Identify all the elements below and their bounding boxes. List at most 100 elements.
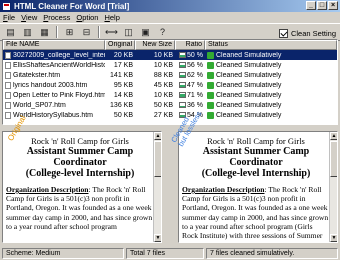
left-scrollbar[interactable]: ▲ ▼	[153, 132, 161, 242]
ratio-bar-icon	[179, 82, 187, 88]
scroll-down-icon[interactable]: ▼	[154, 234, 161, 242]
doc-title: Assistant Summer Camp Coordinator	[202, 146, 310, 168]
status-text: Cleaned Simulatively	[216, 81, 282, 89]
pane-divider[interactable]	[163, 131, 177, 243]
doc-title: Assistant Summer Camp Coordinator	[26, 146, 134, 168]
status-text: Cleaned Simulatively	[216, 101, 282, 109]
table-row[interactable]: Open Letter to Pink Floyd.htm 14 KB 10 KB 7…	[3, 90, 337, 100]
cell-status: Cleaned Simulatively	[205, 111, 337, 119]
doc-desc-label: Organization Description	[182, 185, 265, 194]
help-icon[interactable]: ?	[155, 25, 170, 39]
ratio-bar-icon	[179, 62, 187, 68]
cell-original: 14 KB	[113, 91, 133, 99]
compare-icon[interactable]: ⟷	[104, 25, 119, 39]
status-bar: Scheme: Medium Total 7 files 7 files cle…	[0, 247, 340, 260]
status-ok-icon	[207, 101, 214, 109]
menu-option[interactable]: Option	[76, 13, 98, 22]
file-name: World_SP07.htm	[13, 101, 66, 109]
table-row[interactable]: EllisShaftesAncientWorldHistor... 17 KB 10…	[3, 60, 337, 70]
menu-help[interactable]: Help	[104, 13, 119, 22]
cell-status: Cleaned Simulatively	[205, 91, 337, 99]
toolbar-separator	[56, 26, 58, 38]
cell-new-size: 10 KB	[153, 91, 173, 99]
scroll-up-icon[interactable]: ▲	[330, 132, 337, 140]
status-ok-icon	[207, 111, 214, 119]
scroll-thumb[interactable]	[154, 141, 161, 177]
menu-view[interactable]: View	[21, 13, 37, 22]
scroll-down-icon[interactable]: ▼	[330, 234, 337, 242]
cell-original: 95 KB	[113, 81, 133, 89]
cell-ratio: 62 %	[175, 72, 205, 79]
file-list[interactable]: File NAME Original New Size Ratio Status…	[2, 39, 338, 125]
file-name: Open Letter to Pink Floyd.htm	[13, 91, 105, 99]
column-header-original[interactable]: Original	[105, 40, 135, 50]
status-ok-icon	[207, 61, 214, 69]
html-file-icon	[5, 71, 11, 79]
window-title: HTML Cleaner For Word [Trial]	[14, 1, 130, 11]
menu-process[interactable]: Process	[43, 13, 70, 22]
close-button[interactable]: ×	[328, 1, 338, 10]
cell-name: EllisShaftesAncientWorldHistor...	[3, 61, 105, 69]
doc-desc-label: Organization Description	[6, 185, 89, 194]
original-preview-pane[interactable]: Rock 'n' Roll Camp for Girls Assistant S…	[2, 131, 162, 243]
cell-new-size: 50 KB	[153, 101, 173, 109]
options-icon[interactable]: ▣	[138, 25, 153, 39]
cell-ratio: 47 %	[175, 82, 205, 89]
column-header-new-size[interactable]: New Size	[135, 40, 175, 50]
table-row[interactable]: WorldHistorySyllabus.htm 50 KB 27 KB 54 % Cl…	[3, 110, 337, 120]
cell-ratio: 56 %	[175, 62, 205, 69]
cell-status: Cleaned Simulatively	[205, 61, 337, 69]
file-name: 30272009_college_level_inter...	[13, 51, 105, 59]
app-icon	[2, 1, 11, 11]
right-scrollbar[interactable]: ▲ ▼	[329, 132, 337, 242]
cell-original: 17 KB	[113, 61, 133, 69]
preview-icon[interactable]: ◫	[121, 25, 136, 39]
html-file-icon	[5, 91, 11, 99]
table-row[interactable]: lyrics handout 2003.htm 95 KB 45 KB 47 % Cle…	[3, 80, 337, 90]
file-name: lyrics handout 2003.htm	[13, 81, 88, 89]
column-header-status[interactable]: Status	[205, 40, 337, 50]
table-row[interactable]: Gitatekster.htm 141 KB 88 KB 62 % Cleaned Si…	[3, 70, 337, 80]
status-ok-icon	[207, 51, 214, 59]
clean-setting-checkbox[interactable]: Clean Setting	[278, 26, 336, 40]
doc-paragraph: Organization Description: The Rock 'n' R…	[6, 185, 154, 231]
checkbox-check-icon[interactable]	[278, 28, 288, 38]
status-ok-icon	[207, 91, 214, 99]
cell-original: 50 KB	[113, 111, 133, 119]
column-header-name[interactable]: File NAME	[3, 40, 105, 50]
ratio-text: 50 %	[187, 51, 203, 59]
status-total: Total 7 files	[126, 248, 204, 259]
status-scheme: Scheme: Medium	[2, 248, 124, 259]
cell-new-size: 45 KB	[153, 81, 173, 89]
status-text: Cleaned Simulatively	[216, 91, 282, 99]
status-ok-icon	[207, 71, 214, 79]
cell-name: Gitatekster.htm	[3, 71, 105, 79]
add-file-icon[interactable]: ▤	[3, 25, 18, 39]
status-text: Cleaned Simulatively	[216, 71, 282, 79]
column-header-ratio[interactable]: Ratio	[175, 40, 205, 50]
remove-icon[interactable]: ▦	[37, 25, 52, 39]
scroll-thumb[interactable]	[330, 141, 337, 177]
add-folder-icon[interactable]: ▥	[20, 25, 35, 39]
cell-original: 20 KB	[113, 51, 133, 59]
file-list-header: File NAME Original New Size Ratio Status	[3, 40, 337, 50]
clean-icon[interactable]: ⊞	[62, 25, 77, 39]
doc-line-1: Rock 'n' Roll Camp for Girls	[31, 136, 129, 146]
status-ok-icon	[207, 81, 214, 89]
clean-all-icon[interactable]: ⊟	[79, 25, 94, 39]
cell-status: Cleaned Simulatively	[205, 81, 337, 89]
scroll-up-icon[interactable]: ▲	[154, 132, 161, 140]
file-name: Gitatekster.htm	[13, 71, 61, 79]
html-file-icon	[5, 101, 11, 109]
table-row[interactable]: 30272009_college_level_inter... 20 KB 10 K…	[3, 50, 337, 60]
cleaned-preview-pane[interactable]: Rock 'n' Roll Camp for Girls Assistant S…	[178, 131, 338, 243]
table-row[interactable]: World_SP07.htm 136 KB 50 KB 36 % Cleaned Sim…	[3, 100, 337, 110]
menu-file[interactable]: File	[3, 13, 15, 22]
cell-original: 141 KB	[110, 71, 133, 79]
minimize-button[interactable]: _	[306, 1, 316, 10]
maximize-button[interactable]: □	[317, 1, 327, 10]
cell-original: 136 KB	[110, 101, 133, 109]
html-file-icon	[5, 51, 11, 59]
clean-setting-label: Clean Setting	[290, 28, 336, 38]
ratio-bar-icon	[179, 72, 187, 78]
